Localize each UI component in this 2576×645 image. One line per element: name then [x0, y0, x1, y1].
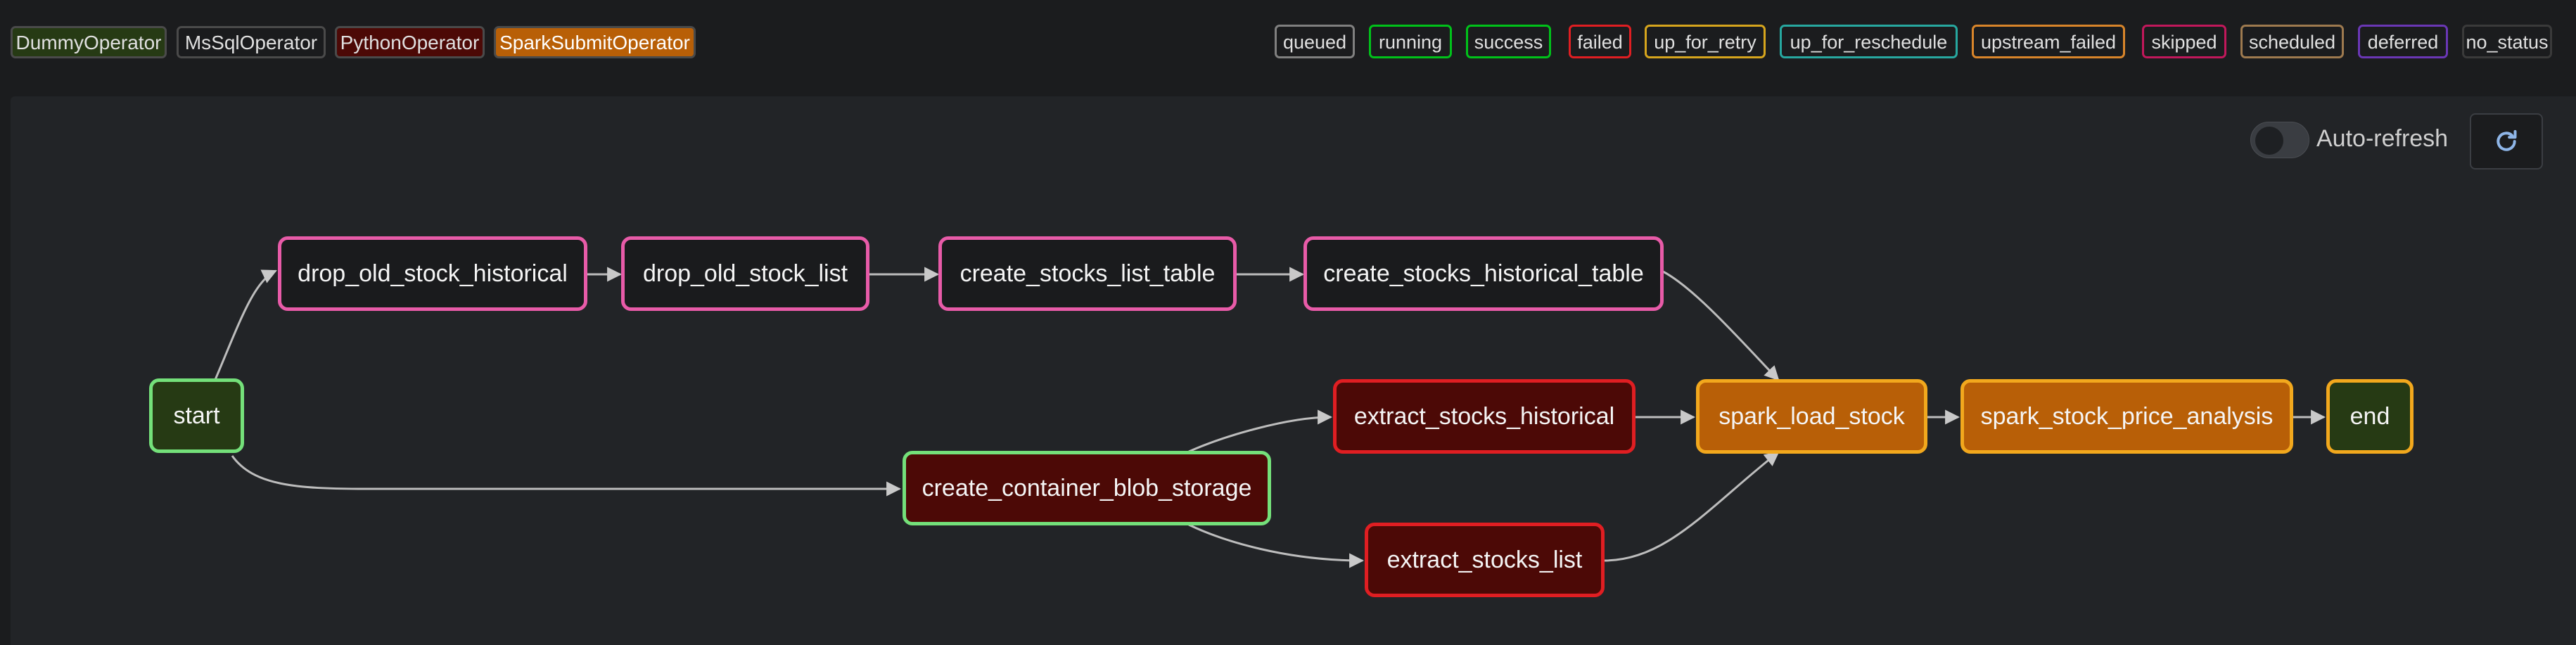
toggle-knob [2255, 127, 2283, 155]
edge-start-drop-old-stock-historical [213, 269, 277, 382]
node-spark-load-stock[interactable]: spark_load_stock [1696, 379, 1927, 454]
auto-refresh-toggle[interactable] [2250, 122, 2309, 158]
node-drop-old-stock-historical[interactable]: drop_old_stock_historical [278, 236, 587, 311]
edge-extract-list-spark-load [1603, 451, 1780, 562]
node-extract-stocks-historical[interactable]: extract_stocks_historical [1333, 379, 1635, 454]
node-drop-old-stock-list[interactable]: drop_old_stock_list [621, 236, 869, 311]
node-extract-stocks-list[interactable]: extract_stocks_list [1365, 523, 1605, 597]
node-spark-stock-price-analysis[interactable]: spark_stock_price_analysis [1960, 379, 2293, 454]
graph-edges [213, 267, 2326, 568]
node-start[interactable]: start [149, 378, 244, 453]
node-end[interactable]: end [2326, 379, 2414, 454]
edge-container-extract-historical [1188, 409, 1333, 453]
edge-create-historical-spark-load [1662, 270, 1780, 381]
refresh-button[interactable] [2470, 113, 2543, 170]
edge-container-extract-list [1188, 523, 1365, 568]
node-create-stocks-historical-table[interactable]: create_stocks_historical_table [1303, 236, 1664, 311]
node-create-stocks-list-table[interactable]: create_stocks_list_table [938, 236, 1237, 311]
refresh-icon [2497, 129, 2517, 151]
auto-refresh-label: Auto-refresh [2316, 125, 2449, 152]
node-create-container-blob-storage[interactable]: create_container_blob_storage [903, 451, 1271, 525]
edge-start-create-container [231, 455, 902, 497]
